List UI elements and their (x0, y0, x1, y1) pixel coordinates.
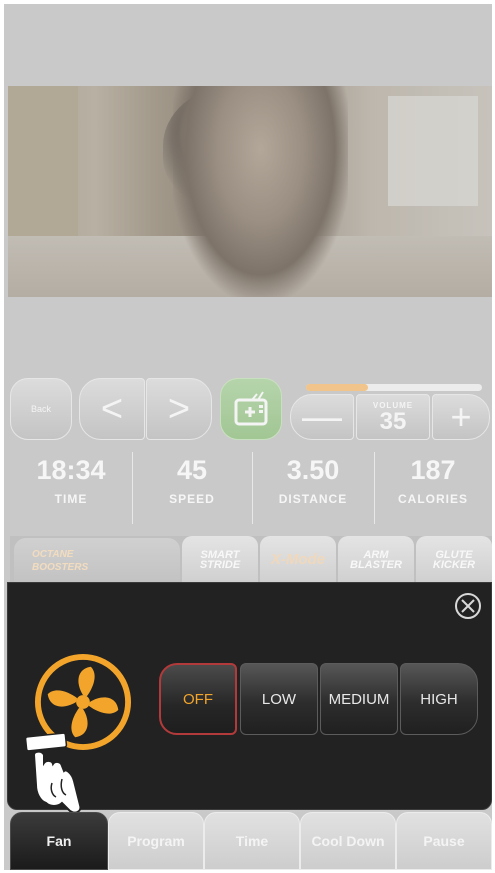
boosters-title-line2: BOOSTERS (32, 562, 89, 573)
close-icon[interactable] (453, 591, 483, 621)
volume-bar[interactable] (306, 384, 482, 391)
minus-icon: — (302, 394, 342, 439)
fan-medium-button[interactable]: MEDIUM (320, 663, 398, 735)
booster-glute-kicker-label: GLUTE KICKER (432, 549, 476, 571)
tv-button[interactable] (220, 378, 282, 440)
volume-down-button[interactable]: — (290, 394, 354, 440)
stat-time: 18:34 TIME (10, 452, 132, 524)
volume-value: 35 (379, 407, 407, 435)
booster-smart-stride-label: SMART STRIDE (199, 549, 241, 571)
fan-panel: OFF LOW MEDIUM HIGH (7, 582, 492, 814)
stat-speed-label: SPEED (169, 492, 215, 506)
chevron-left-icon: < (100, 387, 124, 430)
pointing-hand-icon (24, 733, 82, 814)
tab-fan[interactable]: Fan (10, 812, 108, 870)
fan-off-label: OFF (183, 690, 213, 708)
back-button-label: Back (30, 404, 51, 414)
tab-fan-label: Fan (46, 833, 72, 849)
tab-cool-down-label: Cool Down (311, 833, 385, 849)
back-button[interactable]: Back (10, 378, 72, 440)
booster-smart-stride[interactable]: SMART STRIDE (182, 536, 258, 584)
tab-pause[interactable]: Pause (396, 812, 492, 870)
next-button[interactable]: > (146, 378, 212, 440)
video-person (173, 86, 348, 297)
plus-icon: + (450, 396, 472, 437)
stat-time-label: TIME (54, 492, 88, 506)
stat-speed: 45 SPEED (132, 452, 252, 524)
tab-cool-down[interactable]: Cool Down (300, 812, 396, 870)
tv-icon (234, 391, 268, 426)
tab-program[interactable]: Program (108, 812, 204, 870)
stat-calories: 187 CALORIES (374, 452, 492, 524)
volume-display: VOLUME 35 (356, 394, 430, 440)
stat-distance-value: 3.50 (286, 455, 340, 485)
fan-low-label: LOW (261, 690, 297, 708)
stat-distance-label: DISTANCE (278, 492, 348, 506)
stat-speed-value: 45 (176, 455, 208, 485)
boosters-title-line1: OCTANE (32, 549, 74, 560)
stat-distance: 3.50 DISTANCE (252, 452, 374, 524)
chevron-right-icon: > (167, 387, 191, 430)
stat-time-value: 18:34 (36, 455, 106, 485)
booster-x-mode[interactable]: X-Mode (260, 536, 336, 584)
fan-high-label: HIGH (420, 690, 458, 708)
tab-time[interactable]: Time (204, 812, 300, 870)
stat-calories-value: 187 (410, 455, 456, 485)
video-player[interactable] (8, 86, 492, 297)
video-window (388, 96, 478, 206)
fan-low-button[interactable]: LOW (240, 663, 318, 735)
fan-high-button[interactable]: HIGH (400, 663, 478, 735)
booster-x-mode-label: X-Mode (270, 551, 326, 568)
previous-button[interactable]: < (79, 378, 145, 440)
booster-arm-blaster-label: ARM BLASTER (350, 549, 402, 571)
tab-time-label: Time (235, 833, 269, 849)
booster-glute-kicker[interactable]: GLUTE KICKER (416, 536, 492, 584)
volume-up-button[interactable]: + (432, 394, 490, 440)
booster-arm-blaster[interactable]: ARM BLASTER (338, 536, 414, 584)
boosters-title: OCTANE BOOSTERS (14, 538, 180, 584)
stat-calories-label: CALORIES (397, 492, 468, 506)
fan-medium-label: MEDIUM (328, 690, 390, 708)
tab-pause-label: Pause (423, 833, 465, 849)
console-screen: Back < > — VOLUME 35 + 18:34 TIME 45 SPE… (4, 4, 492, 870)
tab-program-label: Program (127, 833, 185, 849)
volume-bar-fill (306, 384, 368, 391)
volume-control: — VOLUME 35 + (290, 378, 492, 440)
boosters-bar: OCTANE BOOSTERS SMART STRIDE X-Mode ARM … (10, 536, 492, 584)
bottom-tabs: Fan Program Time Cool Down Pause (4, 812, 492, 870)
shelf (8, 86, 78, 236)
fan-off-button[interactable]: OFF (159, 663, 237, 735)
